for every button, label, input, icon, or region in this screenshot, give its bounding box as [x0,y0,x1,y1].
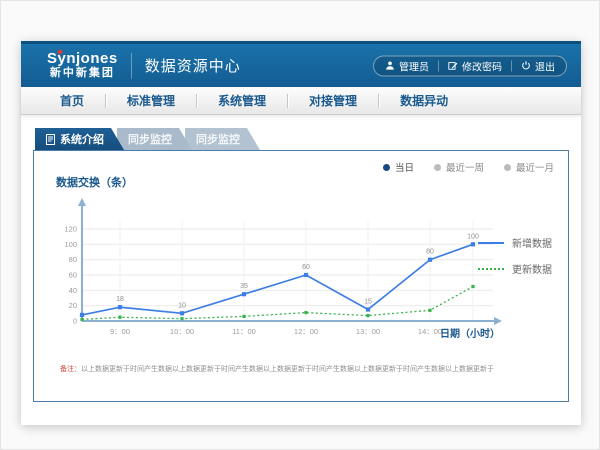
svg-text:100: 100 [64,240,77,249]
radio-dot [383,164,390,171]
footnote-text: 以上数据更新于时间产生数据以上数据更新于时间产生数据以上数据更新于时间产生数据以… [81,366,494,373]
main-nav: 首页标准管理系统管理对接管理数据异动 [21,87,581,115]
user-action-profile[interactable]: 管理员 [385,58,429,73]
logo: Synjones 新中新集团 [47,51,118,79]
svg-text:10: 10 [178,302,186,309]
svg-text:11：00: 11：00 [232,327,256,336]
footnote: 备注：以上数据更新于时间产生数据以上数据更新于时间产生数据以上数据更新于时间产生… [60,364,548,374]
legend-item-1: 更新数据 [478,261,552,276]
nav-item-1[interactable]: 标准管理 [106,92,196,109]
tab-1[interactable]: 同步监控 [117,128,192,150]
svg-text:10：00: 10：00 [170,327,194,336]
user-toolbar: 管理员 修改密码 退出 [373,55,567,76]
svg-text:0: 0 [73,317,77,326]
svg-text:35: 35 [240,283,248,290]
radio-option-1[interactable]: 最近一周 [434,160,484,174]
user-toolbar-separator [511,60,512,71]
radio-option-0[interactable]: 当日 [383,160,414,174]
line-chart: 0 20 40 60 80 100 120 9：00 10：00 11：00 12：00 13：00 1… [48,191,518,351]
app-window: Synjones 新中新集团 数据资源中心 管理员修改密码退出 首页标准管理系统… [21,41,581,425]
footnote-label: 备注： [60,366,81,373]
legend-line-sample [478,242,504,244]
chart-legend: 新增数据更新数据 [478,235,552,276]
brand-subtitle: 新中新集团 [47,68,118,80]
app-header: Synjones 新中新集团 数据资源中心 管理员 修改密码 退出 [21,41,581,87]
svg-text:60: 60 [69,271,77,280]
edit-icon [448,61,458,71]
svg-text:80: 80 [426,249,434,256]
main-content: 系统介绍同步监控同步监控 当日最近一周最近一月 数据交换（条） 02040608… [21,115,581,425]
radio-option-2[interactable]: 最近一月 [504,160,554,174]
svg-text:80: 80 [69,255,77,264]
svg-text:40: 40 [69,286,77,295]
nav-item-2[interactable]: 系统管理 [197,92,287,109]
svg-text:120: 120 [64,225,77,234]
legend-line-sample [478,268,504,270]
user-icon [385,61,395,71]
chart-panel: 当日 最近一周 最近一月 数据交换（条） 0 20 40 60 80 100 120 9：00 10… [33,150,569,402]
legend-item-0: 新增数据 [478,235,552,250]
svg-text:20: 20 [69,301,77,310]
svg-text:9：00: 9：00 [110,327,130,336]
svg-text:12：00: 12：00 [294,327,318,336]
tab-2[interactable]: 同步监控 [185,128,260,150]
tab-bar: 系统介绍同步监控同步监控 [35,128,260,150]
nav-item-3[interactable]: 对接管理 [288,92,378,109]
user-toolbar-separator [438,60,439,71]
svg-text:13：00: 13：00 [356,327,380,336]
nav-item-0[interactable]: 首页 [39,92,105,109]
svg-text:60: 60 [302,264,310,271]
svg-text:15: 15 [364,299,372,306]
y-axis-title: 数据交换（条） [56,174,133,190]
svg-text:18: 18 [116,296,124,303]
page-background: Synjones 新中新集团 数据资源中心 管理员修改密码退出 首页标准管理系统… [0,0,600,450]
nav-item-4[interactable]: 数据异动 [379,92,469,109]
svg-text:日期（小时）: 日期（小时） [440,327,500,340]
header-divider [131,53,132,79]
power-icon [521,61,531,71]
tab-0[interactable]: 系统介绍 [35,128,124,150]
user-action-logout[interactable]: 退出 [521,58,555,73]
range-filter-group: 当日 最近一周 最近一月 [383,160,554,174]
radio-dot [504,164,511,171]
document-icon [46,134,55,145]
page-title: 数据资源中心 [145,55,241,76]
user-action-change-password[interactable]: 修改密码 [448,58,502,73]
svg-text:14：00: 14：00 [418,327,442,336]
radio-dot [434,164,441,171]
brand-name: Synjones [47,51,118,67]
